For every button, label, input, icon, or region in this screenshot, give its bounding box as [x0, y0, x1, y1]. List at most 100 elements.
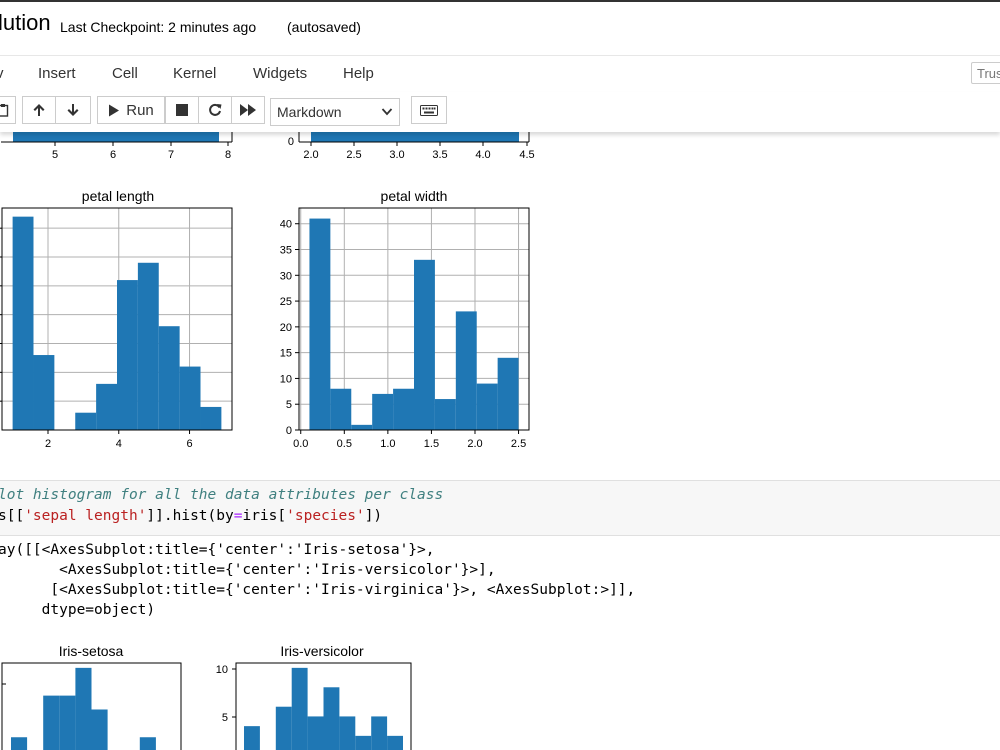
- hist-bar: [455, 311, 477, 430]
- hist-bar: [179, 366, 201, 430]
- hist-bar: [393, 388, 414, 430]
- hist-bar: [476, 383, 498, 430]
- hist-bar-top-left: [13, 132, 219, 142]
- histogram-bars: [244, 667, 403, 750]
- code-token: ]].hist(by: [146, 508, 234, 524]
- stop-icon: [176, 104, 188, 116]
- keyboard-icon: [420, 104, 438, 116]
- run-button[interactable]: Run: [97, 96, 165, 124]
- hist-bar: [291, 667, 308, 750]
- paste-icon: [0, 104, 9, 117]
- hist-bar: [355, 735, 372, 750]
- menu-bar: v Insert Cell Kernel Widgets Help Trus: [0, 55, 1000, 93]
- output-line-3: [<AxesSubplot:title={'center':'Iris-virg…: [0, 582, 636, 598]
- x-tick-label: 3.5: [432, 149, 447, 161]
- y-tick-label: 20: [280, 322, 292, 334]
- cell-type-value: Markdown: [277, 104, 342, 120]
- checkpoint-status: Last Checkpoint: 2 minutes ago: [60, 19, 257, 35]
- arrow-down-icon: [67, 104, 79, 116]
- hist-bar: [275, 706, 292, 750]
- hist-bar: [434, 399, 456, 430]
- autosave-status: (autosaved): [287, 19, 361, 35]
- menu-insert[interactable]: Insert: [38, 65, 76, 82]
- cell-type-select[interactable]: Markdown: [270, 98, 400, 126]
- x-tick-label: 6: [186, 438, 192, 450]
- hist-bar: [158, 326, 180, 430]
- hist-bar: [309, 218, 331, 430]
- hist-bar: [43, 695, 60, 750]
- run-label: Run: [126, 101, 154, 119]
- paste-button[interactable]: [0, 96, 16, 124]
- hist-bar: [33, 355, 55, 430]
- code-token: ]): [364, 508, 383, 524]
- y-tick-label: 0: [286, 425, 292, 437]
- hist-bar: [200, 406, 222, 430]
- histogram-bars: [309, 218, 519, 430]
- hist-bar: [12, 216, 34, 430]
- y-tick-label: 10: [280, 373, 292, 385]
- x-tick-label: 3.0: [389, 149, 404, 161]
- y-tick-label: 0: [288, 136, 294, 148]
- y-tick-label: 5: [286, 399, 292, 411]
- move-up-button[interactable]: [22, 96, 56, 124]
- plot-title: petal width: [381, 188, 448, 204]
- petal-length-histogram: petal length 2 4 6: [0, 188, 233, 450]
- hist-bar: [91, 709, 108, 750]
- restart-button[interactable]: [198, 96, 232, 124]
- plot-title: Iris-setosa: [59, 643, 124, 659]
- output-line-2: <AxesSubplot:title={'center':'Iris-versi…: [0, 562, 496, 578]
- hist-bar: [339, 716, 356, 750]
- top-left-ticks: 5 6 7 8: [52, 142, 231, 161]
- menu-view[interactable]: v: [0, 65, 4, 82]
- interrupt-button[interactable]: [165, 96, 199, 124]
- sepal-length-histogram-partial: 5 6 7 8: [1, 132, 233, 161]
- hist-bar: [137, 262, 159, 430]
- plot-title: Iris-versicolor: [280, 643, 364, 659]
- histogram-bars: [11, 667, 156, 750]
- hist-bar: [139, 737, 156, 750]
- hist-bar: [351, 424, 373, 430]
- hist-bar: [75, 412, 97, 430]
- hist-bar: [11, 737, 28, 750]
- x-tick-label: 4: [116, 438, 122, 450]
- x-tick-label: 2.0: [303, 149, 318, 161]
- notebook-header: lution Last Checkpoint: 2 minutes ago (a…: [0, 2, 1000, 52]
- menu-help[interactable]: Help: [343, 65, 374, 82]
- x-tick-label: 7: [168, 149, 174, 161]
- restart-run-all-button[interactable]: [231, 96, 265, 124]
- iris-setosa-histogram: Iris-setosa: [1, 643, 182, 750]
- code-comment: lot histogram for all the data attribute…: [0, 487, 444, 503]
- x-tick-label: 4.0: [475, 149, 490, 161]
- notebook-title[interactable]: lution: [0, 10, 51, 36]
- top-right-ticks: 2.0 2.5 3.0 3.5 4.0 4.5: [303, 142, 535, 161]
- code-token: iris[: [242, 508, 287, 524]
- sepal-width-histogram-partial: 0 2.0 2.5 3.0 3.5 4.0 4.5: [288, 132, 535, 161]
- petal-width-histogram: petal width 0 5 10 15 20 25 30 35 40 0.0 0.5 1.0 1.5…: [280, 188, 530, 450]
- move-down-button[interactable]: [55, 96, 91, 124]
- hist-bar: [323, 687, 340, 750]
- x-tick-label: 1.5: [424, 438, 439, 450]
- x-tick-label: 0.0: [293, 438, 308, 450]
- x-tick-label: 0.5: [337, 438, 352, 450]
- menu-widgets[interactable]: Widgets: [253, 65, 307, 82]
- hist-bar: [414, 259, 435, 430]
- code-cell[interactable]: lot histogram for all the data attribute…: [0, 480, 1000, 536]
- hist-bar: [330, 388, 352, 430]
- code-token: s[[: [0, 508, 25, 524]
- trusted-indicator[interactable]: Trus: [971, 62, 1000, 84]
- notebook-content: 5 6 7 8 0 2.0 2.5 3.0 3.5 4.0 4.5 petal …: [0, 132, 1000, 750]
- hist-bar: [244, 726, 260, 750]
- hist-bar: [96, 383, 117, 430]
- menu-kernel[interactable]: Kernel: [173, 65, 216, 82]
- restart-icon: [209, 103, 222, 116]
- x-tick-label: 8: [225, 149, 231, 161]
- x-tick-label: 2: [45, 438, 51, 450]
- x-tick-label: 2.0: [467, 438, 482, 450]
- x-tick-label: 4.5: [519, 149, 534, 161]
- command-palette-button[interactable]: [411, 96, 447, 124]
- hist-bar: [371, 716, 388, 750]
- hist-bar: [387, 735, 403, 750]
- menu-cell[interactable]: Cell: [112, 65, 138, 82]
- x-tick-label: 5: [52, 149, 58, 161]
- x-tick-label: 6: [110, 149, 116, 161]
